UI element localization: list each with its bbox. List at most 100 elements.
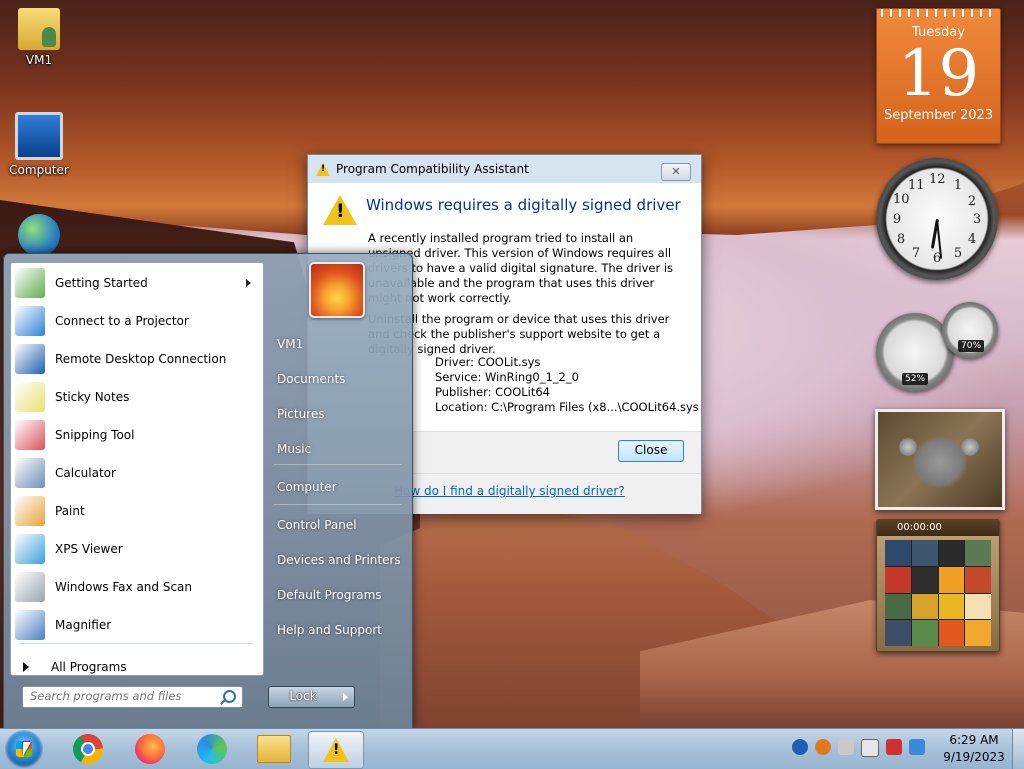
fax-scan-icon (15, 572, 45, 602)
memory-usage-badge: 70% (958, 340, 985, 352)
program-item[interactable]: Snipping Tool (11, 417, 263, 453)
driver-publisher: Publisher: COOLit64 (435, 385, 550, 399)
search-tray-icon[interactable] (815, 739, 831, 755)
clock-gadget[interactable]: 12 1 2 3 4 5 6 7 8 9 10 11 (876, 158, 998, 280)
firefox-icon (135, 734, 165, 764)
dialog-body: A recently installed program tried to in… (368, 231, 688, 363)
desktop-icon-computer[interactable]: Computer (2, 112, 76, 177)
taskbar-firefox[interactable] (123, 731, 177, 767)
taskbar-edge[interactable] (185, 731, 239, 767)
clock-number: 10 (893, 192, 910, 207)
program-item[interactable]: Magnifier (11, 607, 263, 643)
user-folder-icon (18, 8, 60, 50)
puzzle-grid[interactable] (885, 540, 991, 646)
warning-icon (323, 195, 357, 225)
projector-icon (15, 306, 45, 336)
driver-details: Driver: COOLit.sys Service: WinRing0_1_2… (435, 355, 699, 415)
user-avatar[interactable] (309, 262, 365, 318)
expand-arrow-icon (23, 662, 29, 672)
places-separator (274, 504, 402, 505)
program-item[interactable]: Connect to a Projector (11, 303, 263, 339)
driver-service: Service: WinRing0_1_2_0 (435, 370, 579, 384)
search-icon[interactable] (223, 690, 236, 703)
program-item[interactable]: Calculator (11, 455, 263, 491)
clock-number: 2 (967, 194, 977, 209)
clock-number: 1 (953, 178, 963, 193)
program-label: Getting Started (55, 276, 148, 290)
program-item[interactable]: XPS Viewer (11, 531, 263, 567)
taskbar-compatibility-assistant[interactable] (308, 731, 364, 769)
chrome-icon (73, 734, 103, 764)
signed-driver-help-link[interactable]: How do I find a digitally signed driver? (394, 484, 625, 498)
dialog-titlebar[interactable]: Program Compatibility Assistant (308, 155, 701, 183)
close-button[interactable]: Close (618, 440, 684, 462)
volume-muted-icon[interactable] (838, 739, 854, 755)
program-item[interactable]: Sticky Notes (11, 379, 263, 415)
desktop-icon-label: Computer (9, 163, 69, 177)
clock-number: 9 (892, 212, 902, 227)
puzzle-timer: 00:00:00 (877, 520, 999, 536)
start-link-devices-and-printers[interactable]: Devices and Printers (277, 553, 401, 567)
picture-puzzle-gadget[interactable]: 00:00:00 (876, 519, 1000, 652)
program-label: Paint (55, 504, 85, 518)
clock-number: 8 (896, 232, 906, 247)
calculator-icon (15, 458, 45, 488)
network-tray-icon[interactable] (861, 739, 879, 757)
update-icon[interactable] (909, 739, 925, 755)
mouse-cursor (23, 742, 31, 756)
program-item[interactable]: Paint (11, 493, 263, 529)
paint-icon (15, 496, 45, 526)
computer-icon (15, 112, 63, 160)
shutdown-options-arrow[interactable] (336, 686, 355, 708)
places-separator (274, 464, 402, 465)
language-icon[interactable] (792, 739, 808, 755)
show-desktop-button[interactable] (1012, 729, 1024, 769)
start-link-help-and-support[interactable]: Help and Support (277, 623, 382, 637)
program-label: Magnifier (55, 618, 112, 632)
warning-icon (323, 738, 349, 762)
start-link-default-programs[interactable]: Default Programs (277, 588, 382, 602)
program-item[interactable]: Remote Desktop Connection (11, 341, 263, 377)
getting-started-icon (15, 268, 45, 298)
program-label: Sticky Notes (55, 390, 130, 404)
action-center-icon[interactable] (886, 739, 902, 755)
program-label: XPS Viewer (55, 542, 123, 556)
taskbar-explorer[interactable] (247, 731, 301, 767)
dialog-title: Program Compatibility Assistant (336, 162, 529, 176)
all-programs-label: All Programs (51, 660, 127, 674)
calendar-gadget[interactable]: Tuesday 19 September 2023 (876, 8, 1001, 144)
program-label: Connect to a Projector (55, 314, 189, 328)
calendar-month: September 2023 (883, 108, 994, 123)
sticky-notes-icon (15, 382, 45, 412)
program-label: Remote Desktop Connection (55, 352, 227, 366)
clock-number: 12 (929, 172, 946, 187)
memory-meter-gadget[interactable]: 70% (942, 302, 998, 358)
start-link-vm1[interactable]: VM1 (277, 337, 303, 351)
system-tray (792, 739, 925, 757)
slideshow-gadget-koala[interactable] (875, 409, 1005, 510)
lock-button[interactable]: Lock (268, 686, 338, 708)
programs-pane: All Programs Getting Started Connect to a… (10, 262, 264, 676)
start-link-control-panel[interactable]: Control Panel (277, 518, 357, 532)
dialog-heading: Windows requires a digitally signed driv… (366, 196, 681, 214)
all-programs[interactable]: All Programs (11, 655, 263, 679)
start-link-pictures[interactable]: Pictures (277, 407, 325, 421)
driver-location: Location: C:\Program Files (x8...\COOLit… (435, 400, 699, 414)
clock-number: 11 (908, 178, 925, 193)
program-item[interactable]: Windows Fax and Scan (11, 569, 263, 605)
program-item[interactable]: Getting Started (11, 265, 263, 301)
submenu-arrow-icon (246, 279, 251, 287)
file-explorer-icon (257, 735, 291, 763)
start-link-computer[interactable]: Computer (277, 480, 337, 494)
search-input[interactable] (23, 687, 220, 705)
dialog-close-x-button[interactable]: ✕ (661, 163, 691, 181)
clock-number: 5 (953, 246, 963, 261)
network-icon (18, 214, 60, 256)
desktop-icon-vm1[interactable]: VM1 (2, 8, 76, 67)
taskbar-clock[interactable]: 6:29 AM 9/19/2023 (938, 732, 1010, 766)
start-search-box[interactable] (22, 686, 243, 708)
taskbar-chrome[interactable] (61, 731, 115, 767)
magnifier-icon (15, 610, 45, 640)
start-link-documents[interactable]: Documents (277, 372, 345, 386)
start-link-music[interactable]: Music (277, 442, 311, 456)
